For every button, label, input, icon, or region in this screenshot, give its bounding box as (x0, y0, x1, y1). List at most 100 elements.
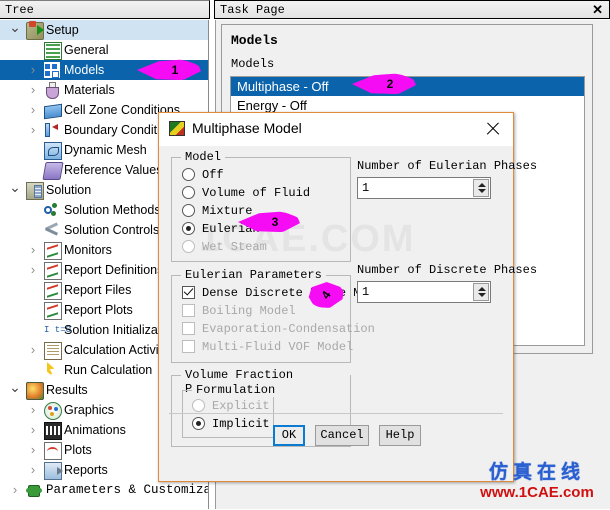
parameters-icon (26, 482, 42, 498)
chevron-down-icon[interactable]: ⌄ (8, 20, 22, 37)
discrete-phases-stepper[interactable]: 1 (357, 281, 491, 303)
solution-icon-glyph (26, 182, 44, 200)
calculation-activities-icon (44, 342, 62, 360)
plots-icon (44, 442, 62, 460)
tree-item-label: Run Calculation (64, 363, 153, 377)
checkbox-label: Evaporation-Condensation (202, 322, 375, 336)
report-definitions-icon-glyph (44, 262, 62, 280)
tree-item-models[interactable]: › Models (0, 60, 208, 80)
eulerian-phases-spin-buttons[interactable] (473, 179, 489, 197)
animations-icon (44, 422, 62, 440)
chevron-right-icon[interactable]: › (8, 480, 22, 500)
tree-item-label: Monitors (64, 243, 112, 257)
tree-item-label: Plots (64, 443, 92, 457)
checkbox-label: Multi-Fluid VOF Model (202, 340, 354, 354)
tree-item-label: Graphics (64, 403, 115, 417)
eulerian-phases-stepper[interactable]: 1 (357, 177, 491, 199)
setup-icon-glyph (26, 21, 44, 40)
chevron-right-icon[interactable]: › (26, 460, 40, 480)
tree-item-label: Report Plots (64, 303, 133, 317)
help-button[interactable]: Help (379, 425, 421, 446)
report-definitions-icon (44, 262, 62, 280)
chevron-right-icon[interactable]: › (26, 80, 40, 100)
cell-zone-icon-glyph (44, 103, 62, 120)
tree-item-setup[interactable]: ⌄ Setup (0, 20, 208, 40)
chevron-right-icon[interactable]: › (26, 440, 40, 460)
radio-button-icon[interactable] (182, 204, 195, 217)
reference-values-icon (42, 162, 64, 180)
cell-zone-icon (44, 102, 62, 120)
report-plots-icon-glyph (44, 302, 62, 320)
solution-controls-icon-glyph (44, 222, 60, 238)
chevron-down-icon[interactable]: ⌄ (8, 377, 22, 397)
models-icon (44, 62, 60, 78)
solution-controls-icon (44, 222, 60, 238)
tree-item-label: Dynamic Mesh (64, 143, 147, 157)
tree-item-label: Solution (46, 183, 92, 197)
reports-icon-glyph (44, 462, 63, 480)
radio-button-icon[interactable] (182, 222, 195, 235)
chevron-right-icon[interactable]: › (26, 260, 40, 280)
cancel-button[interactable]: Cancel (315, 425, 369, 446)
models-list-item[interactable]: Multiphase - Off (231, 77, 584, 96)
discrete-phases-label: Number of Discrete Phases (357, 263, 538, 277)
tree-item-label: Parameters & Customization (46, 483, 209, 497)
solution-methods-icon-glyph (44, 202, 60, 218)
task-page-heading: Models (231, 33, 278, 48)
model-group-legend: Model (181, 150, 226, 164)
chevron-right-icon[interactable]: › (26, 340, 40, 360)
model-group: Model Off Volume of Fluid Mixture Eulerian W… (171, 150, 351, 262)
models-icon-glyph (44, 62, 60, 78)
discrete-phases-spin-buttons[interactable] (473, 283, 489, 301)
discrete-phases-value: 1 (362, 285, 370, 299)
radio-button-icon[interactable] (192, 417, 205, 430)
checkbox-icon (182, 304, 195, 317)
dialog-title-text: Multiphase Model (192, 120, 302, 136)
radio-label: Implicit (212, 417, 270, 431)
tree-item-label: Setup (46, 23, 79, 37)
animations-icon-glyph (44, 422, 62, 440)
radio-label: Wet Steam (202, 240, 267, 254)
chevron-right-icon[interactable]: › (26, 120, 40, 140)
chevron-right-icon[interactable]: › (26, 240, 40, 260)
tree-item-parameters-customization[interactable]: › Parameters & Customization (0, 480, 208, 500)
chevron-right-icon[interactable]: › (26, 420, 40, 440)
radio-button-icon[interactable] (182, 168, 195, 181)
multiphase-model-dialog: Multiphase Model 1CAE.COM Model Off Volum… (158, 112, 537, 482)
radio-button-icon[interactable] (182, 186, 195, 199)
tree-item-label: Reports (64, 463, 108, 477)
radio-button-icon (192, 399, 205, 412)
task-page-close-icon[interactable]: ✕ (592, 3, 603, 17)
materials-icon (44, 82, 60, 99)
models-section-label: Models (231, 57, 275, 71)
materials-icon-glyph (44, 82, 60, 99)
results-icon-glyph (26, 382, 44, 400)
chevron-right-icon[interactable]: › (26, 400, 40, 420)
chevron-right-icon[interactable]: › (26, 100, 40, 120)
tree-item-materials[interactable]: › Materials (0, 80, 208, 100)
dialog-close-icon[interactable] (483, 119, 503, 139)
tree-item-label: Solution Controls (64, 223, 160, 237)
chevron-right-icon[interactable]: › (26, 60, 40, 80)
chevron-down-icon[interactable]: ⌄ (8, 177, 22, 197)
dynamic-mesh-icon (44, 142, 62, 160)
ok-button[interactable]: OK (273, 425, 305, 446)
eulerian-phases-value: 1 (362, 181, 370, 195)
boundary-conditions-icon-glyph (44, 122, 60, 138)
checkbox-icon[interactable] (182, 286, 195, 299)
monitors-icon (44, 242, 62, 260)
run-calculation-icon (44, 362, 60, 378)
formulation-legend: Formulation (192, 383, 280, 397)
graphics-icon (44, 402, 62, 420)
task-page-title-bar-label: Task Page (220, 3, 285, 17)
dialog-separator (169, 413, 503, 414)
solution-icon (26, 182, 44, 200)
report-plots-icon (44, 302, 62, 320)
tree-item-general[interactable]: General (0, 40, 208, 60)
reference-values-icon-glyph (42, 162, 64, 180)
task-page-header: Task Page ✕ (214, 0, 610, 19)
eulerian-parameters-group: Eulerian Parameters Dense Discrete Phase… (171, 268, 389, 363)
checkbox-icon (182, 340, 195, 353)
tree-item-label: Report Definitions (64, 263, 164, 277)
tree-item-label: General (64, 43, 109, 57)
